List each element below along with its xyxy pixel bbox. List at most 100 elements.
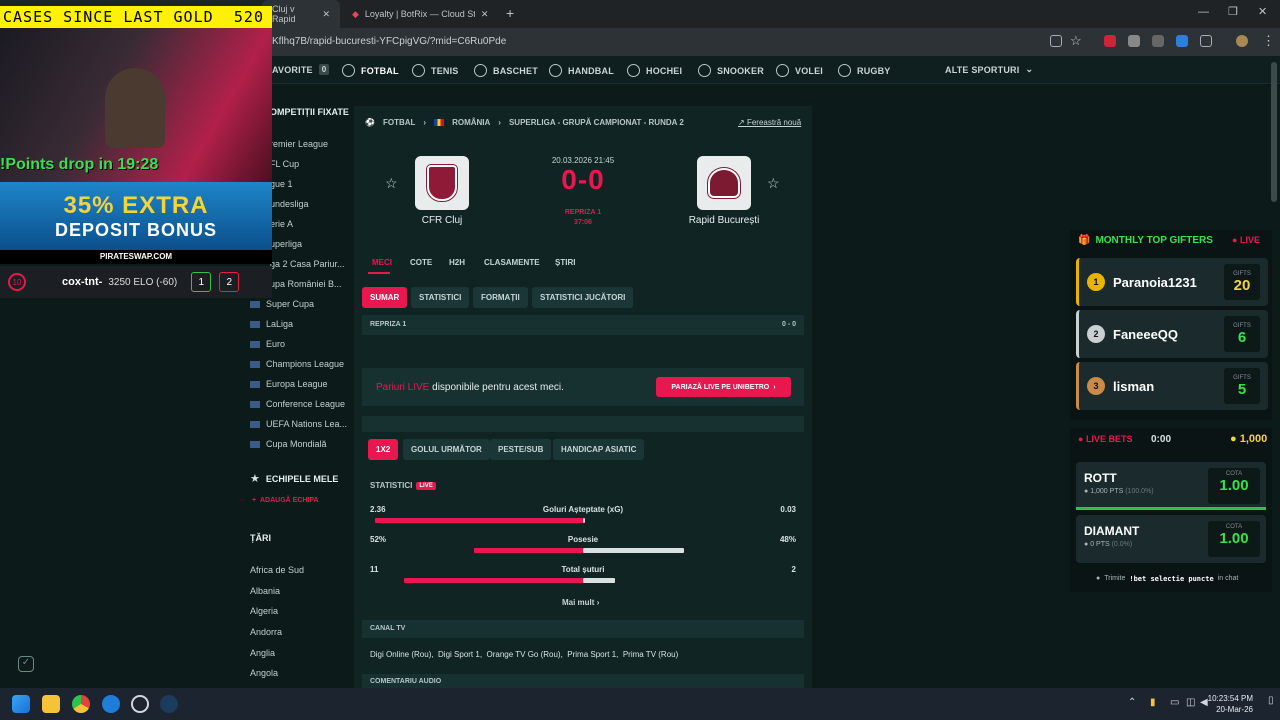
windows-start-icon[interactable] [12,695,30,713]
favorite-home-star-icon[interactable]: ☆ [385,175,398,192]
page-scrollbar[interactable] [1271,62,1277,202]
breadcrumb-sport[interactable]: FOTBAL [383,118,415,127]
away-team-name[interactable]: Rapid București [676,215,772,226]
close-window-icon[interactable]: ✕ [1258,5,1267,18]
competition-label: LaLiga [266,319,294,329]
menu-icon[interactable]: ⋮ [1262,33,1275,49]
country-item[interactable]: Angola [250,663,350,684]
tab-stiri[interactable]: ȘTIRI [555,258,575,267]
tab-cote[interactable]: COTE [410,258,432,267]
competition-item[interactable]: Champions League [250,354,350,374]
bet-live-button[interactable]: PARIAZĂ LIVE PE UNIBETRO › [656,377,791,397]
live-betting-text: Pariuri LIVE disponibile pentru acest me… [376,382,564,393]
notification-icon[interactable]: ▯ [1268,695,1274,706]
nav-baschet[interactable]: BASCHET [474,64,538,77]
gift-count: 5 [1237,380,1247,398]
country-item[interactable]: Andorra [250,622,350,643]
tab-match[interactable]: Cluj v Rapid ✕ [262,0,340,28]
nav-tenis[interactable]: TENIS [412,64,459,77]
flag-icon [250,340,260,348]
bookmark-star-icon[interactable]: ☆ [1070,33,1082,49]
app-icon[interactable] [131,695,149,713]
nav-snooker[interactable]: SNOOKER [698,64,764,77]
tab-sumar[interactable]: SUMAR [362,287,408,308]
bets-pool: ● 1,000 [1230,433,1267,445]
country-item[interactable]: Albania [250,581,350,602]
tab-h2h[interactable]: H2H [449,258,465,267]
breadcrumb-league[interactable]: SUPERLIGA - GRUPĂ CAMPIONAT - RUNDA 2 [509,118,684,127]
nav-label: HANDBAL [568,65,614,76]
close-icon[interactable]: ✕ [481,9,489,20]
chevron-right-icon: › [773,383,776,391]
nav-handbal[interactable]: HANDBAL [549,64,614,77]
breadcrumb-country[interactable]: ROMÂNIA [452,118,490,127]
nav-favorite[interactable]: AVORITE 0 [272,64,330,75]
favorite-away-star-icon[interactable]: ☆ [767,175,780,192]
tab-over-under[interactable]: PESTE/SUB [490,439,552,460]
steam-icon[interactable] [160,695,178,713]
bet-option[interactable]: DIAMANT ● 0 PTS (0.0%) COTA 1.00 [1076,515,1266,563]
country-item[interactable]: Anglia [250,642,350,663]
nav-fotbal[interactable]: FOTBAL [342,64,399,77]
app-icon[interactable] [102,695,120,713]
competition-item[interactable]: Euro [250,334,350,354]
file-explorer-icon[interactable] [42,695,60,713]
clock-time[interactable]: 10:23:54 PM [1205,694,1253,703]
nav-rugby[interactable]: RUGBY [838,64,891,77]
restore-icon[interactable]: ❐ [1228,5,1238,18]
new-window-link[interactable]: ↗ Fereastră nouă [738,118,801,127]
country-item[interactable]: Algeria [250,601,350,622]
tab-formatii[interactable]: FORMAȚII [473,287,528,308]
tab-botrix[interactable]: ◆ Loyalty | BotRix — Cloud Strea ✕ [342,0,502,28]
install-icon[interactable] [1050,35,1062,47]
clock-date[interactable]: 20-Mar-26 [1205,705,1253,714]
new-tab-icon[interactable]: + [506,5,514,21]
chevron-right-icon: › [596,598,600,607]
display-icon[interactable]: ▭ [1170,697,1179,708]
home-team-name[interactable]: CFR Cluj [400,215,484,226]
competition-item[interactable]: Cupa Mondială [250,434,350,454]
chrome-icon[interactable] [72,695,90,713]
extension-icon[interactable] [1104,35,1116,47]
tab-meci[interactable]: MECI [372,258,392,267]
puzzle-icon[interactable] [1200,35,1212,47]
competition-item[interactable]: Europa League [250,374,350,394]
country-item[interactable]: Africa de Sud [250,560,350,581]
gift-icon: 🎁 [1078,235,1091,246]
url-field[interactable]: Kflhq7B/rapid-bucuresti-YFCpigVG/?mid=C6… [272,36,506,47]
tab-1x2[interactable]: 1X2 [368,439,399,460]
tab-asian-handicap[interactable]: HANDICAP ASIATIC [553,439,645,460]
stat-away-bar [583,518,585,523]
competition-item[interactable]: UEFA Nations Lea... [250,414,350,434]
more-stats-link[interactable]: Mai mult › [562,598,599,607]
nav-more-sports[interactable]: ALTE SPORTURI ⌄ [945,64,1033,75]
network-icon[interactable]: ◫ [1186,697,1195,708]
extension-icon[interactable] [1128,35,1140,47]
minimize-icon[interactable]: — [1198,6,1209,18]
mic-icon[interactable]: ▮ [1150,697,1156,708]
competition-item[interactable]: Conference League [250,394,350,414]
tray-chevron-icon[interactable]: ⌃ [1128,697,1136,708]
competition-label: Champions League [266,359,345,369]
gifters-header: 🎁 MONTHLY TOP GIFTERS [1078,235,1213,246]
nav-volei[interactable]: VOLEI [776,64,823,77]
shield-check-icon[interactable]: ✓ [18,656,34,672]
competition-item[interactable]: LaLiga [250,314,350,334]
close-icon[interactable]: ✕ [322,9,330,20]
bet-option[interactable]: ROTT ● 1,000 PTS (100.0%) COTA 1.00 [1076,462,1266,510]
tab-statistici[interactable]: STATISTICI [411,287,470,308]
extension-icon[interactable] [1152,35,1164,47]
nav-hochei[interactable]: HOCHEI [627,64,682,77]
away-team-logo[interactable] [697,156,751,210]
stat-away-bar [583,578,615,583]
home-team-logo[interactable] [415,156,469,210]
gift-count: 6 [1237,328,1247,346]
tab-next-goal[interactable]: GOLUL URMĂTOR [403,439,490,460]
add-team-link[interactable]: + ADAUGĂ ECHIPA [252,497,319,504]
profile-avatar[interactable] [1236,35,1248,47]
bet-name: ROTT [1084,471,1117,485]
tab-label: Loyalty | BotRix — Cloud Strea [364,9,475,19]
extension-icon[interactable] [1176,35,1188,47]
tab-clasamente[interactable]: CLASAMENTE [484,258,540,267]
tab-statistici-jucatori[interactable]: STATISTICI JUCĂTORI [532,287,634,308]
